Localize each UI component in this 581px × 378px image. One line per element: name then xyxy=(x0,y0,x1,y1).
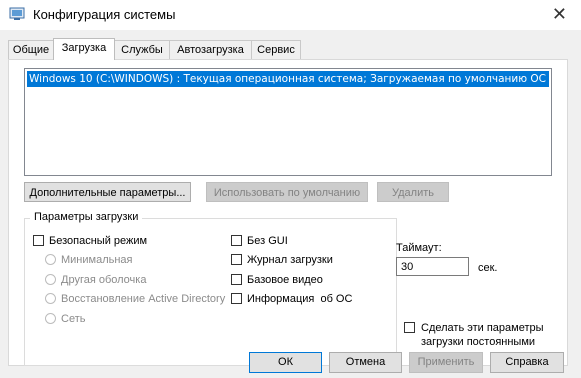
no-gui-checkbox[interactable]: Без GUI xyxy=(231,233,288,249)
tab-boot[interactable]: Загрузка xyxy=(53,38,115,60)
tab-tools[interactable]: Сервис xyxy=(251,40,301,59)
boot-tab-panel: Windows 10 (C:\WINDOWS) : Текущая операц… xyxy=(8,59,568,366)
checkbox-box[interactable] xyxy=(231,235,242,246)
checkbox-box[interactable] xyxy=(231,254,242,265)
checkbox-box[interactable] xyxy=(231,293,242,304)
make-permanent-label-line2: загрузки постоянными xyxy=(421,336,536,348)
no-gui-label: Без GUI xyxy=(247,235,288,247)
radio-circle[interactable] xyxy=(45,254,56,265)
tab-services[interactable]: Службы xyxy=(114,40,170,59)
boot-log-checkbox[interactable]: Журнал загрузки xyxy=(231,252,333,268)
tab-startup[interactable]: Автозагрузка xyxy=(169,40,252,59)
boot-os-list-item[interactable]: Windows 10 (C:\WINDOWS) : Текущая операц… xyxy=(27,71,549,87)
network-radio[interactable]: Сеть xyxy=(45,311,85,327)
safe-boot-checkbox[interactable]: Безопасный режим xyxy=(33,233,147,249)
checkbox-box[interactable] xyxy=(33,235,44,246)
boot-log-label: Журнал загрузки xyxy=(247,254,333,266)
checkbox-box[interactable] xyxy=(404,322,415,333)
timeout-input[interactable] xyxy=(396,257,469,276)
cancel-button[interactable]: Отмена xyxy=(329,352,402,373)
make-permanent-checkbox[interactable] xyxy=(404,320,420,336)
network-label: Сеть xyxy=(61,313,86,325)
ad-repair-label: Восстановление Active Directory xyxy=(61,293,226,305)
checkbox-box[interactable] xyxy=(231,274,242,285)
boot-options-label: Параметры загрузки xyxy=(30,211,143,223)
advanced-options-button[interactable]: Дополнительные параметры... xyxy=(24,182,191,202)
safe-boot-label: Безопасный режим xyxy=(49,235,148,247)
window-title: Конфигурация системы xyxy=(33,7,176,22)
minimal-radio[interactable]: Минимальная xyxy=(45,252,133,268)
msconfig-icon xyxy=(9,7,25,20)
tab-general[interactable]: Общие xyxy=(8,40,54,59)
help-button[interactable]: Справка xyxy=(490,352,564,373)
ad-repair-radio[interactable]: Восстановление Active Directory xyxy=(45,291,225,307)
radio-circle[interactable] xyxy=(45,313,56,324)
alternate-shell-radio[interactable]: Другая оболочка xyxy=(45,272,146,288)
radio-circle[interactable] xyxy=(45,293,56,304)
os-info-checkbox[interactable]: Информация об ОС xyxy=(231,291,352,307)
base-video-checkbox[interactable]: Базовое видео xyxy=(231,272,323,288)
timeout-unit: сек. xyxy=(478,262,498,274)
alternate-shell-label: Другая оболочка xyxy=(61,274,147,286)
os-info-label: Информация об ОС xyxy=(247,293,353,305)
apply-button[interactable]: Применить xyxy=(409,352,483,373)
boot-os-list[interactable]: Windows 10 (C:\WINDOWS) : Текущая операц… xyxy=(24,68,552,176)
timeout-label: Таймаут: xyxy=(396,242,442,254)
minimal-label: Минимальная xyxy=(61,254,133,266)
base-video-label: Базовое видео xyxy=(247,274,323,286)
dialog-client: Общие Загрузка Службы Автозагрузка Серви… xyxy=(0,30,581,378)
delete-button[interactable]: Удалить xyxy=(377,182,449,202)
ok-button[interactable]: ОК xyxy=(249,352,322,373)
title-bar: Конфигурация системы ✕ xyxy=(0,0,581,30)
set-default-button[interactable]: Использовать по умолчанию xyxy=(206,182,368,202)
close-icon[interactable]: ✕ xyxy=(552,4,567,25)
radio-circle[interactable] xyxy=(45,274,56,285)
